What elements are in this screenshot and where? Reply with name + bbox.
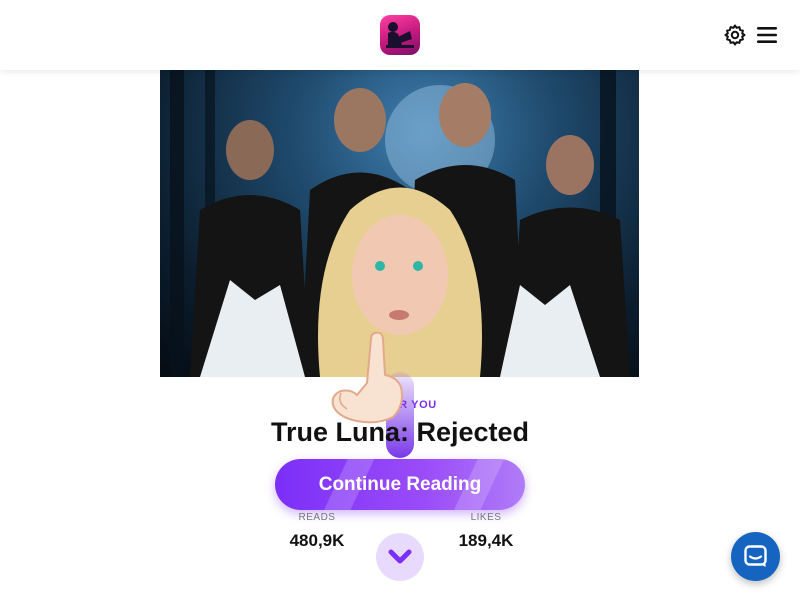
hamburger-menu-icon[interactable] <box>756 24 778 46</box>
continue-reading-button[interactable]: Continue Reading <box>275 459 525 510</box>
chat-bubble-icon <box>744 545 767 567</box>
app-logo-icon[interactable] <box>380 15 420 55</box>
likes-value: 189,4K <box>458 531 514 550</box>
continue-reading-label: Continue Reading <box>318 474 482 495</box>
gear-icon[interactable] <box>723 23 747 47</box>
chat-support-button[interactable] <box>731 532 780 581</box>
reads-value: 480,9K <box>289 531 345 550</box>
reads-label: READS <box>298 512 336 523</box>
top-navigation-bar <box>0 0 800 70</box>
pointing-hand-icon <box>327 325 407 430</box>
chevron-down-icon <box>388 549 412 564</box>
likes-label: LIKES <box>470 512 502 523</box>
scroll-down-button[interactable] <box>376 533 424 581</box>
